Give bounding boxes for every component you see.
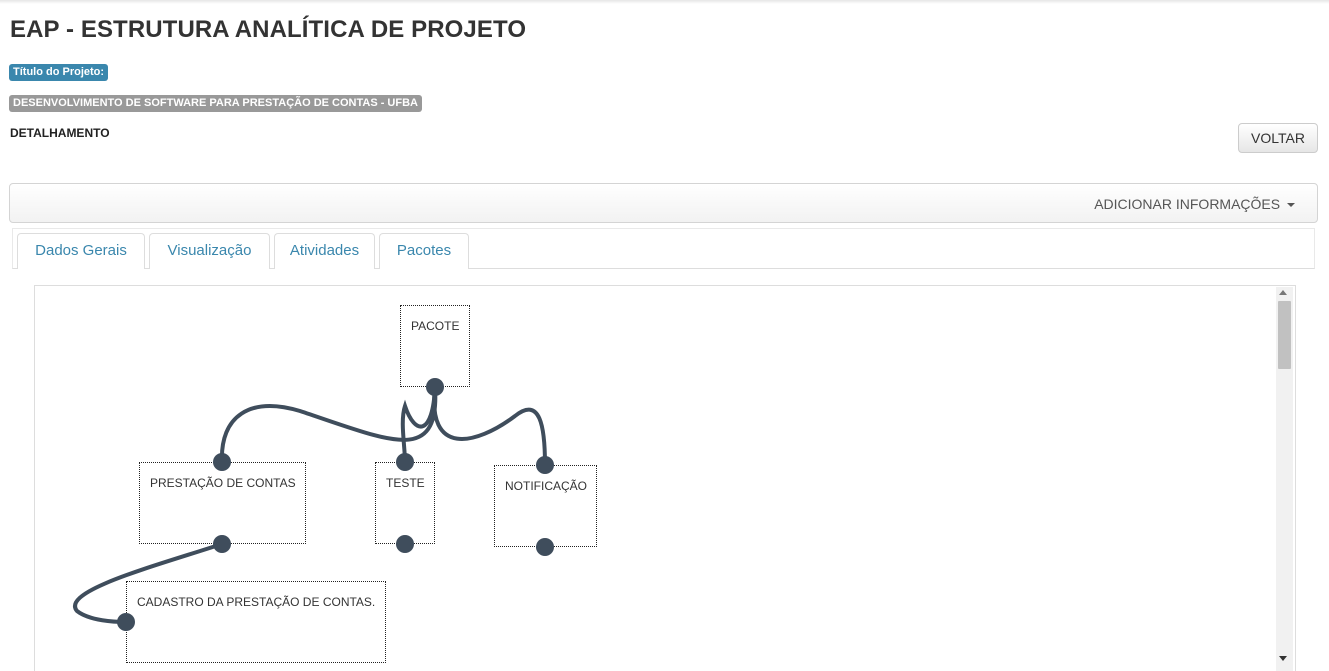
add-info-dropdown[interactable]: ADICIONAR INFORMAÇÕES [1094, 196, 1295, 212]
tab-atividades[interactable]: Atividades [274, 233, 375, 269]
project-title-label: Título do Projeto: [9, 64, 109, 81]
connector-prestacao-cadastro [73, 542, 224, 624]
connector-pacote-notificacao [432, 385, 547, 467]
tab-visualizacao[interactable]: Visualização [149, 233, 270, 269]
endpoint-pacote-source [426, 378, 444, 396]
endpoint-notificacao-source [536, 538, 554, 556]
project-name-badge: DESENVOLVIMENTO DE SOFTWARE PARA PRESTAÇ… [9, 95, 422, 112]
connector-layer [73, 378, 554, 631]
tab-pacotes[interactable]: Pacotes [379, 233, 469, 269]
tab-bar: Dados Gerais Visualização Atividades Pac… [12, 228, 1315, 269]
tab-dados-gerais[interactable]: Dados Gerais [17, 233, 145, 269]
endpoint-prestacao-source [213, 535, 231, 553]
section-heading: DETALHAMENTO [10, 126, 110, 140]
endpoint-cadastro-target [117, 613, 135, 631]
caret-down-icon [1287, 203, 1295, 208]
top-shadow-line [0, 0, 1329, 4]
endpoint-prestacao-target [213, 453, 231, 471]
scroll-down-arrow-icon[interactable] [1279, 656, 1287, 661]
scroll-up-arrow-icon[interactable] [1279, 290, 1287, 295]
endpoint-teste-source [396, 535, 414, 553]
endpoint-notificacao-target [536, 456, 554, 474]
endpoint-teste-target [396, 453, 414, 471]
wbs-diagram-canvas: PACOTE PRESTAÇÃO DE CONTAS TESTE NOTIFIC… [34, 285, 1296, 671]
add-info-dropdown-label: ADICIONAR INFORMAÇÕES [1094, 196, 1281, 212]
back-button[interactable]: VOLTAR [1238, 123, 1318, 153]
info-navbar: ADICIONAR INFORMAÇÕES [9, 183, 1318, 223]
scrollbar-thumb[interactable] [1278, 301, 1291, 369]
page-title: EAP - ESTRUTURA ANALÍTICA DE PROJETO [10, 16, 527, 43]
